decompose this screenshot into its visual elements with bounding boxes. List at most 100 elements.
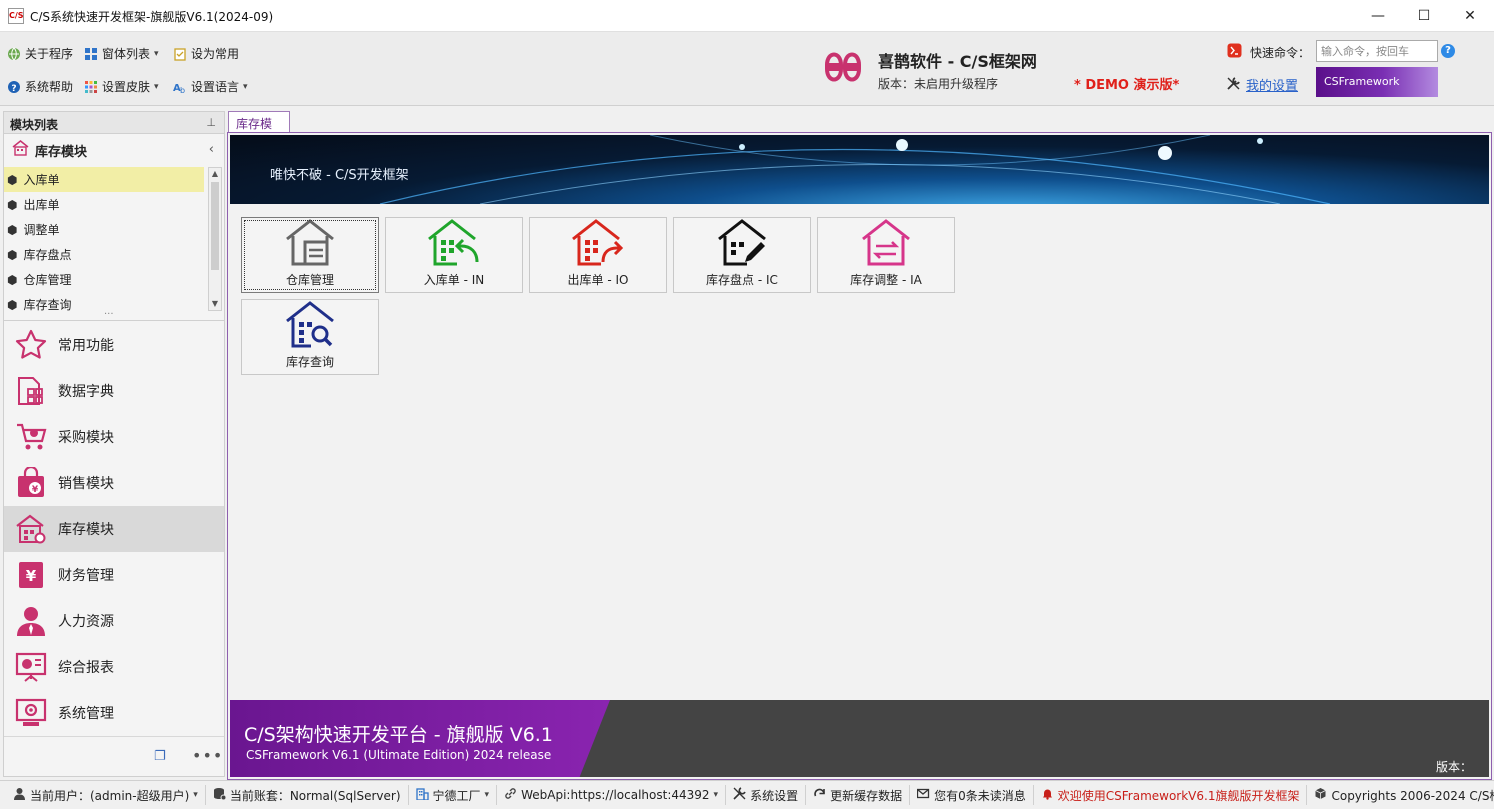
person-icon (14, 604, 48, 638)
help-icon: ? (6, 79, 21, 94)
status-refresh-cache[interactable]: 更新缓存数据 (806, 785, 911, 805)
chevron-down-icon: ▾ (193, 790, 198, 800)
tile-inventory-check[interactable]: 库存盘点 - IC (673, 217, 811, 293)
palette-icon (83, 79, 98, 94)
splitter-dots[interactable]: ··· (104, 309, 114, 320)
hero-banner (230, 135, 1489, 204)
yuan-icon: ¥ (14, 558, 48, 592)
link-icon (504, 787, 517, 803)
terminal-icon (1227, 43, 1242, 61)
nav-purchase[interactable]: 采购模块 (4, 414, 224, 460)
svg-text:?: ? (11, 84, 16, 94)
divider (4, 736, 224, 737)
nav-finance[interactable]: ¥ 财务管理 (4, 552, 224, 598)
clipboard-icon (172, 46, 187, 61)
database-icon (213, 787, 227, 803)
tools-icon (1226, 76, 1241, 94)
help-circle-icon[interactable]: ? (1441, 44, 1455, 58)
sidebar-item-warehouse[interactable]: ⬢ 仓库管理 (4, 267, 204, 292)
help-button[interactable]: ? 系统帮助 (6, 78, 73, 95)
sidebar-item-adjust[interactable]: ⬢ 调整单 (4, 217, 204, 242)
nav-dictionary[interactable]: 数据字典 (4, 368, 224, 414)
language-icon: Ab (172, 79, 187, 94)
building-icon (415, 787, 429, 803)
footer-version: 版本： (1436, 760, 1473, 774)
nav-system[interactable]: 系统管理 (4, 690, 224, 736)
quick-command-label: 快速命令： (1250, 46, 1311, 60)
chevron-down-icon: ▾ (243, 81, 248, 92)
svg-text:¥: ¥ (26, 567, 37, 585)
status-factory[interactable]: 宁德工厂 ▾ (409, 785, 498, 805)
stock-in-icon (427, 218, 481, 269)
pin-icon[interactable]: ⊥ (206, 116, 216, 129)
csframework-banner: CSFramework (1316, 67, 1438, 97)
tile-stock-in[interactable]: 入库单 - IN (385, 217, 523, 293)
cart-icon (14, 420, 48, 454)
nav-reports[interactable]: 综合报表 (4, 644, 224, 690)
cube-icon: ⬢ (7, 247, 18, 262)
skin-button[interactable]: 设置皮肤 ▾ (83, 78, 159, 95)
nav-sales[interactable]: ¥ 销售模块 (4, 460, 224, 506)
user-icon (13, 787, 26, 803)
nav-hr[interactable]: 人力资源 (4, 598, 224, 644)
status-webapi[interactable]: WebApi:https://localhost:44392 ▾ (497, 785, 727, 805)
scroll-up-icon[interactable]: ▲ (209, 168, 221, 180)
set-favorite-button[interactable]: 设为常用 (172, 45, 239, 62)
collapse-icon[interactable]: ‹ (209, 142, 214, 157)
tile-stock-adjust[interactable]: 库存调整 - IA (817, 217, 955, 293)
tile-warehouse-management[interactable]: 仓库管理 (241, 217, 379, 293)
refresh-icon (813, 787, 826, 803)
window-switch-icon[interactable]: ❐ (154, 749, 166, 764)
warehouse-icon (285, 218, 335, 269)
quick-command-input[interactable] (1316, 40, 1438, 62)
tab-inventory-module[interactable]: 库存模块 (228, 111, 290, 148)
maximize-button[interactable]: ☐ (1401, 0, 1447, 32)
module-group-header[interactable]: 库存模块 (4, 134, 224, 166)
stock-adjust-icon (861, 218, 911, 269)
cube-icon: ⬢ (7, 222, 18, 237)
my-settings-link[interactable]: 我的设置 (1246, 75, 1298, 94)
svg-text:¥: ¥ (32, 485, 39, 495)
nav-common[interactable]: 常用功能 (4, 322, 224, 368)
nav-inventory[interactable]: 库存模块 (4, 506, 224, 552)
mail-icon (916, 787, 930, 803)
app-icon: C/S (8, 8, 24, 24)
close-button[interactable]: ✕ (1447, 0, 1493, 32)
language-button[interactable]: Ab 设置语言 ▾ (172, 78, 248, 95)
demo-badge: * DEMO 演示版* (1074, 78, 1180, 93)
chevron-down-icon: ▾ (154, 81, 159, 92)
cube-icon: ⬢ (7, 272, 18, 287)
sidebar-item-inventory-check[interactable]: ⬢ 库存盘点 (4, 242, 204, 267)
brand-logo-icon (824, 52, 862, 82)
tile-stock-out[interactable]: 出库单 - IO (529, 217, 667, 293)
tile-stock-query[interactable]: 库存查询 (241, 299, 379, 375)
scrollbar-thumb[interactable] (211, 182, 219, 270)
window-list-button[interactable]: 窗体列表 ▾ (83, 45, 159, 62)
dictionary-icon (14, 374, 48, 408)
status-bar: 当前用户：(admin-超级用户) ▾ 当前账套：Normal(SqlServe… (0, 780, 1494, 809)
windows-icon (83, 46, 98, 61)
status-system-settings[interactable]: 系统设置 (726, 785, 807, 805)
module-sidebar: 模块列表 ⊥ 库存模块 ‹ ⬢ 入库单 ⬢ 出库单 ⬢ 调整单 ⬢ 库存盘点 ⬢… (3, 111, 225, 777)
status-current-user[interactable]: 当前用户：(admin-超级用户) ▾ (6, 785, 206, 805)
warehouse-icon (12, 140, 29, 160)
warehouse-icon (14, 512, 48, 546)
cube-icon: ⬢ (7, 172, 18, 187)
system-icon (14, 696, 48, 730)
module-list-header: 模块列表 (4, 112, 224, 134)
scroll-down-icon[interactable]: ▼ (209, 298, 221, 310)
minimize-button[interactable]: — (1355, 0, 1401, 32)
more-icon[interactable]: ••• (192, 746, 223, 765)
cube-icon (1314, 787, 1327, 803)
status-messages[interactable]: 您有0条未读消息 (910, 785, 1034, 805)
about-button[interactable]: 关于程序 (6, 45, 73, 62)
title-bar: C/S C/S系统快速开发框架-旗舰版V6.1(2024-09) — ☐ ✕ (0, 0, 1494, 32)
chevron-down-icon: ▾ (713, 790, 719, 800)
bell-icon (1041, 787, 1054, 803)
sidebar-item-stock-out[interactable]: ⬢ 出库单 (4, 192, 204, 217)
divider (4, 320, 224, 321)
status-current-account[interactable]: 当前账套：Normal(SqlServer) (206, 785, 409, 805)
sidebar-item-stock-in[interactable]: ⬢ 入库单 (4, 167, 204, 192)
footer-title: C/S架构快速开发平台 - 旗舰版 V6.1 (244, 724, 553, 746)
scrollbar[interactable]: ▲ ▼ (208, 167, 222, 311)
